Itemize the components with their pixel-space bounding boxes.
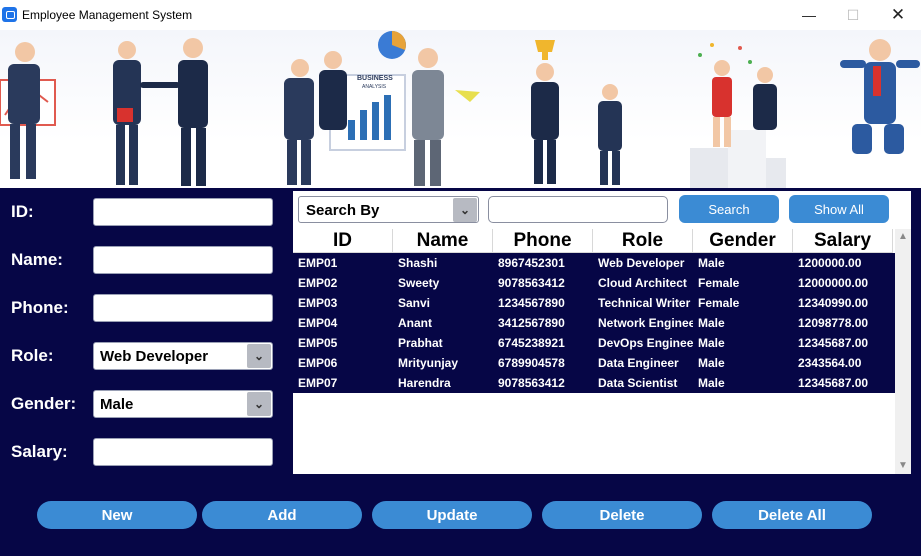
column-header-gender[interactable]: Gender bbox=[693, 229, 793, 253]
chevron-down-icon[interactable]: ⌄ bbox=[247, 344, 271, 368]
scroll-up-icon[interactable]: ▲ bbox=[895, 229, 911, 245]
cell-name: Anant bbox=[398, 316, 432, 330]
window-title: Employee Management System bbox=[22, 8, 193, 22]
cell-phone: 1234567890 bbox=[498, 296, 565, 310]
cell-gender: Male bbox=[698, 356, 725, 370]
chevron-down-icon[interactable]: ⌄ bbox=[453, 198, 477, 222]
table-row[interactable]: EMP07 Harendra 9078563412 Data Scientist… bbox=[293, 373, 895, 393]
cell-name: Harendra bbox=[398, 376, 451, 390]
role-label: Role: bbox=[11, 346, 54, 365]
cell-role: Technical Writer bbox=[598, 296, 691, 310]
search-by-label: Search By bbox=[306, 202, 380, 219]
close-button[interactable]: ✕ bbox=[875, 0, 921, 30]
cell-salary: 12000000.00 bbox=[798, 276, 869, 290]
app-icon bbox=[2, 7, 17, 22]
cell-gender: Male bbox=[698, 316, 725, 330]
cell-salary: 12345687.00 bbox=[798, 336, 869, 350]
cell-id: EMP07 bbox=[298, 376, 338, 390]
cell-gender: Male bbox=[698, 336, 725, 350]
cell-role: DevOps Engineer bbox=[598, 336, 693, 350]
role-selected-value: Web Developer bbox=[100, 348, 209, 365]
cell-phone: 9078563412 bbox=[498, 376, 565, 390]
table-row[interactable]: EMP06 Mrityunjay 6789904578 Data Enginee… bbox=[293, 353, 895, 373]
column-header-name[interactable]: Name bbox=[393, 229, 493, 253]
search-by-select[interactable]: Search By ⌄ bbox=[298, 196, 479, 223]
table-row[interactable]: EMP03 Sanvi 1234567890 Technical Writer … bbox=[293, 293, 895, 313]
cell-phone: 6789904578 bbox=[498, 356, 565, 370]
add-button[interactable]: Add bbox=[202, 501, 362, 529]
gender-selected-value: Male bbox=[100, 396, 134, 413]
delete-button[interactable]: Delete bbox=[542, 501, 702, 529]
cell-salary: 2343564.00 bbox=[798, 356, 862, 370]
employee-table: EMP01 Shashi 8967452301 Web Developer Ma… bbox=[293, 253, 895, 393]
cell-role: Data Engineer bbox=[598, 356, 679, 370]
cell-salary: 12345687.00 bbox=[798, 376, 869, 390]
column-header-salary[interactable]: Salary bbox=[793, 229, 893, 253]
new-button[interactable]: New bbox=[37, 501, 197, 529]
minimize-button[interactable]: — bbox=[786, 0, 832, 30]
gender-label: Gender: bbox=[11, 394, 77, 413]
banner-sign-subtext: ANALYSIS bbox=[362, 84, 387, 90]
search-button[interactable]: Search bbox=[679, 195, 779, 223]
salary-label: Salary: bbox=[11, 442, 68, 461]
id-field[interactable] bbox=[93, 198, 273, 226]
table-row[interactable]: EMP01 Shashi 8967452301 Web Developer Ma… bbox=[293, 253, 895, 273]
cell-gender: Male bbox=[698, 256, 725, 270]
phone-field[interactable] bbox=[93, 294, 273, 322]
cell-name: Mrityunjay bbox=[398, 356, 459, 370]
cell-gender: Female bbox=[698, 296, 740, 310]
table-row[interactable]: EMP02 Sweety 9078563412 Cloud Architect … bbox=[293, 273, 895, 293]
cell-phone: 6745238921 bbox=[498, 336, 565, 350]
cell-name: Sweety bbox=[398, 276, 440, 290]
id-label: ID: bbox=[11, 202, 34, 221]
business-people-illustration: BUSINESS ANALYSIS bbox=[0, 31, 920, 188]
table-row[interactable]: EMP05 Prabhat 6745238921 DevOps Engineer… bbox=[293, 333, 895, 353]
cell-name: Shashi bbox=[398, 256, 438, 270]
name-field[interactable] bbox=[93, 246, 273, 274]
scroll-down-icon[interactable]: ▼ bbox=[895, 458, 911, 474]
cell-salary: 12098778.00 bbox=[798, 316, 869, 330]
cell-phone: 8967452301 bbox=[498, 256, 565, 270]
update-button[interactable]: Update bbox=[372, 501, 532, 529]
table-scrollbar[interactable]: ▲ ▼ bbox=[895, 229, 911, 474]
cell-id: EMP06 bbox=[298, 356, 338, 370]
column-header-phone[interactable]: Phone bbox=[493, 229, 593, 253]
gender-select[interactable]: Male ⌄ bbox=[93, 390, 273, 418]
cell-role: Data Scientist bbox=[598, 376, 678, 390]
maximize-button[interactable]: ☐ bbox=[830, 0, 876, 30]
cell-gender: Male bbox=[698, 376, 725, 390]
table-header: ID Name Phone Role Gender Salary bbox=[293, 229, 895, 253]
cell-phone: 9078563412 bbox=[498, 276, 565, 290]
cell-name: Prabhat bbox=[398, 336, 443, 350]
delete-all-button[interactable]: Delete All bbox=[712, 501, 872, 529]
table-row[interactable]: EMP04 Anant 3412567890 Network Engineer … bbox=[293, 313, 895, 333]
cell-id: EMP04 bbox=[298, 316, 338, 330]
cell-name: Sanvi bbox=[398, 296, 431, 310]
cell-id: EMP03 bbox=[298, 296, 338, 310]
column-header-role[interactable]: Role bbox=[593, 229, 693, 253]
name-label: Name: bbox=[11, 250, 63, 269]
cell-phone: 3412567890 bbox=[498, 316, 565, 330]
phone-label: Phone: bbox=[11, 298, 69, 317]
cell-role: Web Developer bbox=[598, 256, 685, 270]
cell-role: Network Engineer bbox=[598, 316, 693, 330]
cell-salary: 12340990.00 bbox=[798, 296, 869, 310]
cell-salary: 1200000.00 bbox=[798, 256, 862, 270]
banner-illustration: BUSINESS ANALYSIS bbox=[0, 30, 921, 188]
cell-id: EMP02 bbox=[298, 276, 338, 290]
banner-sign-text: BUSINESS bbox=[357, 75, 393, 82]
cell-role: Cloud Architect bbox=[598, 276, 687, 290]
chevron-down-icon[interactable]: ⌄ bbox=[247, 392, 271, 416]
column-header-id[interactable]: ID bbox=[293, 229, 393, 253]
show-all-button[interactable]: Show All bbox=[789, 195, 889, 223]
cell-id: EMP01 bbox=[298, 256, 338, 270]
role-select[interactable]: Web Developer ⌄ bbox=[93, 342, 273, 370]
search-input[interactable] bbox=[488, 196, 668, 223]
cell-gender: Female bbox=[698, 276, 740, 290]
salary-field[interactable] bbox=[93, 438, 273, 466]
title-bar: Employee Management System — ☐ ✕ bbox=[0, 0, 921, 30]
cell-id: EMP05 bbox=[298, 336, 338, 350]
